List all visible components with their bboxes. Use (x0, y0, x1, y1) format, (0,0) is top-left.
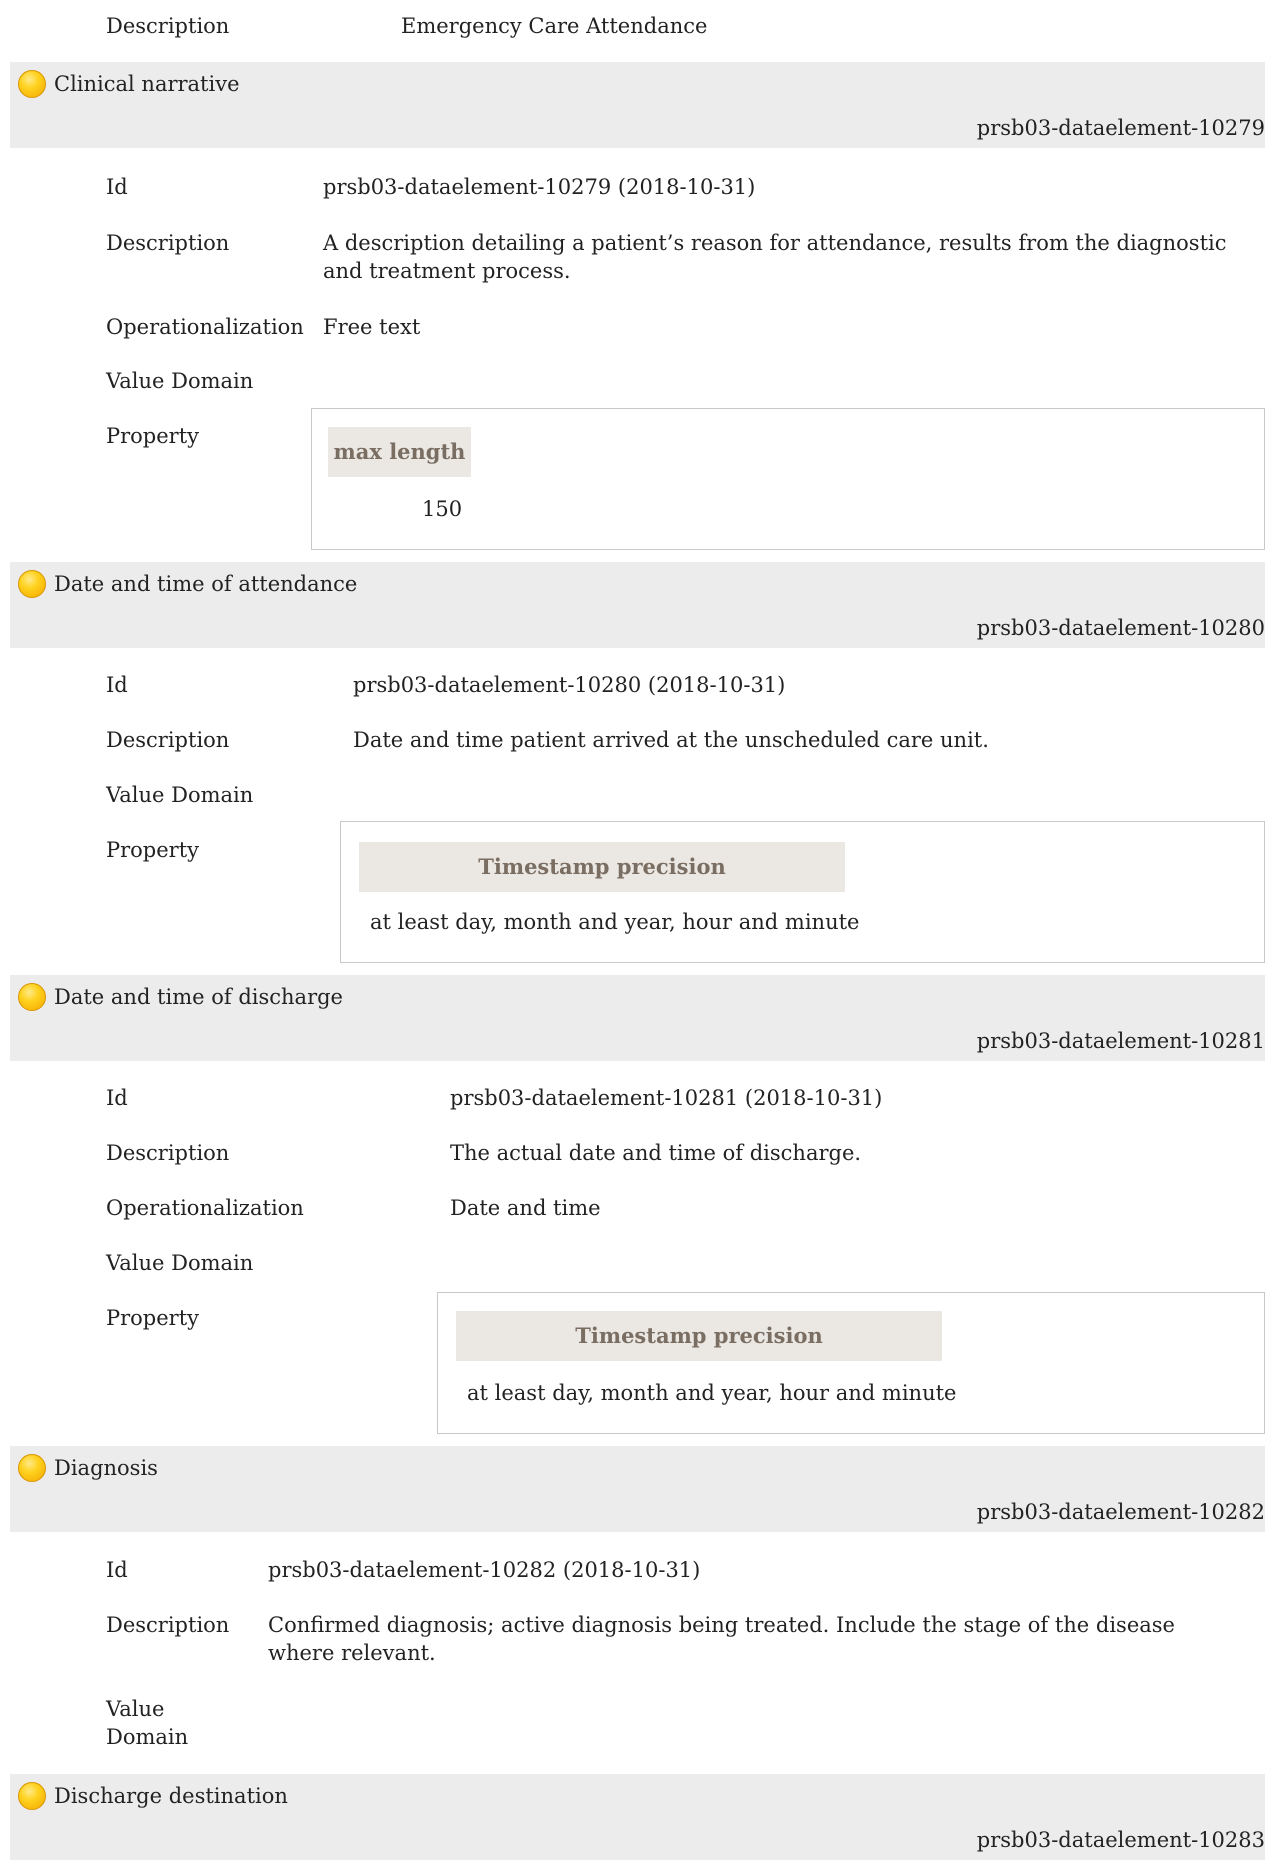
yellow-circle-icon (18, 1782, 46, 1810)
operationalization-value: Date and time (450, 1196, 601, 1220)
description-label: Description (106, 1141, 230, 1165)
section-element-id: prsb03-dataelement-10283 (976, 1828, 1265, 1852)
operationalization-label: Operationalization (106, 315, 304, 339)
section-header-diagnosis[interactable]: Diagnosis prsb03-dataelement-10282 (10, 1446, 1265, 1532)
id-value: prsb03-dataelement-10281 (2018-10-31) (450, 1086, 883, 1110)
id-value: prsb03-dataelement-10280 (2018-10-31) (353, 673, 786, 697)
property-value: 150 (422, 497, 463, 521)
property-value: at least day, month and year, hour and m… (370, 910, 860, 934)
section-title: Diagnosis (54, 1456, 158, 1480)
description-label: Description (106, 728, 230, 752)
description-value: A description detailing a patient’s reas… (323, 231, 1227, 283)
description-value: The actual date and time of discharge. (450, 1141, 862, 1165)
yellow-circle-icon (18, 570, 46, 598)
yellow-circle-icon (18, 1454, 46, 1482)
section-element-id: prsb03-dataelement-10279 (976, 116, 1265, 140)
section-header-discharge-destination[interactable]: Discharge destination prsb03-dataelement… (10, 1774, 1265, 1860)
section-title: Date and time of discharge (54, 985, 343, 1009)
section-title: Discharge destination (54, 1784, 288, 1808)
property-label: Property (106, 838, 200, 862)
yellow-circle-icon (18, 983, 46, 1011)
id-value: prsb03-dataelement-10282 (2018-10-31) (268, 1558, 701, 1582)
description-label: Description (106, 1613, 230, 1637)
value-domain-label: Value Domain (106, 369, 254, 393)
id-label: Id (106, 673, 128, 697)
value-domain-label-line1: Value (106, 1697, 165, 1721)
section-title: Date and time of attendance (54, 572, 358, 596)
section-header-date-time-attendance[interactable]: Date and time of attendance prsb03-datae… (10, 562, 1265, 648)
property-table: max length 150 (311, 408, 1265, 550)
description-value: Date and time patient arrived at the uns… (353, 728, 989, 752)
value-domain-label: Value Domain (106, 1251, 254, 1275)
section-header-date-time-discharge[interactable]: Date and time of discharge prsb03-datael… (10, 975, 1265, 1061)
property-label: Property (106, 1306, 200, 1330)
id-value: prsb03-dataelement-10279 (2018-10-31) (323, 175, 756, 199)
top-description-value: Emergency Care Attendance (401, 14, 708, 38)
operationalization-label: Operationalization (106, 1196, 304, 1220)
section-title: Clinical narrative (54, 72, 240, 96)
value-domain-label-line2: Domain (106, 1725, 189, 1749)
value-domain-label: Value Domain (106, 783, 254, 807)
property-table: Timestamp precision at least day, month … (340, 821, 1265, 963)
description-label: Description (106, 231, 230, 255)
property-value: at least day, month and year, hour and m… (467, 1381, 957, 1405)
yellow-circle-icon (18, 70, 46, 98)
property-header: max length (328, 427, 471, 477)
id-label: Id (106, 1558, 128, 1582)
property-header: Timestamp precision (359, 842, 845, 892)
section-element-id: prsb03-dataelement-10282 (976, 1500, 1265, 1524)
property-label: Property (106, 424, 200, 448)
id-label: Id (106, 1086, 128, 1110)
property-header: Timestamp precision (456, 1311, 942, 1361)
top-description-label: Description (106, 14, 230, 38)
section-element-id: prsb03-dataelement-10280 (976, 616, 1265, 640)
section-element-id: prsb03-dataelement-10281 (976, 1029, 1265, 1053)
property-table: Timestamp precision at least day, month … (437, 1292, 1265, 1434)
description-value: Confirmed diagnosis; active diagnosis be… (268, 1613, 1175, 1665)
section-header-clinical-narrative[interactable]: Clinical narrative prsb03-dataelement-10… (10, 62, 1265, 148)
id-label: Id (106, 175, 128, 199)
operationalization-value: Free text (323, 315, 421, 339)
